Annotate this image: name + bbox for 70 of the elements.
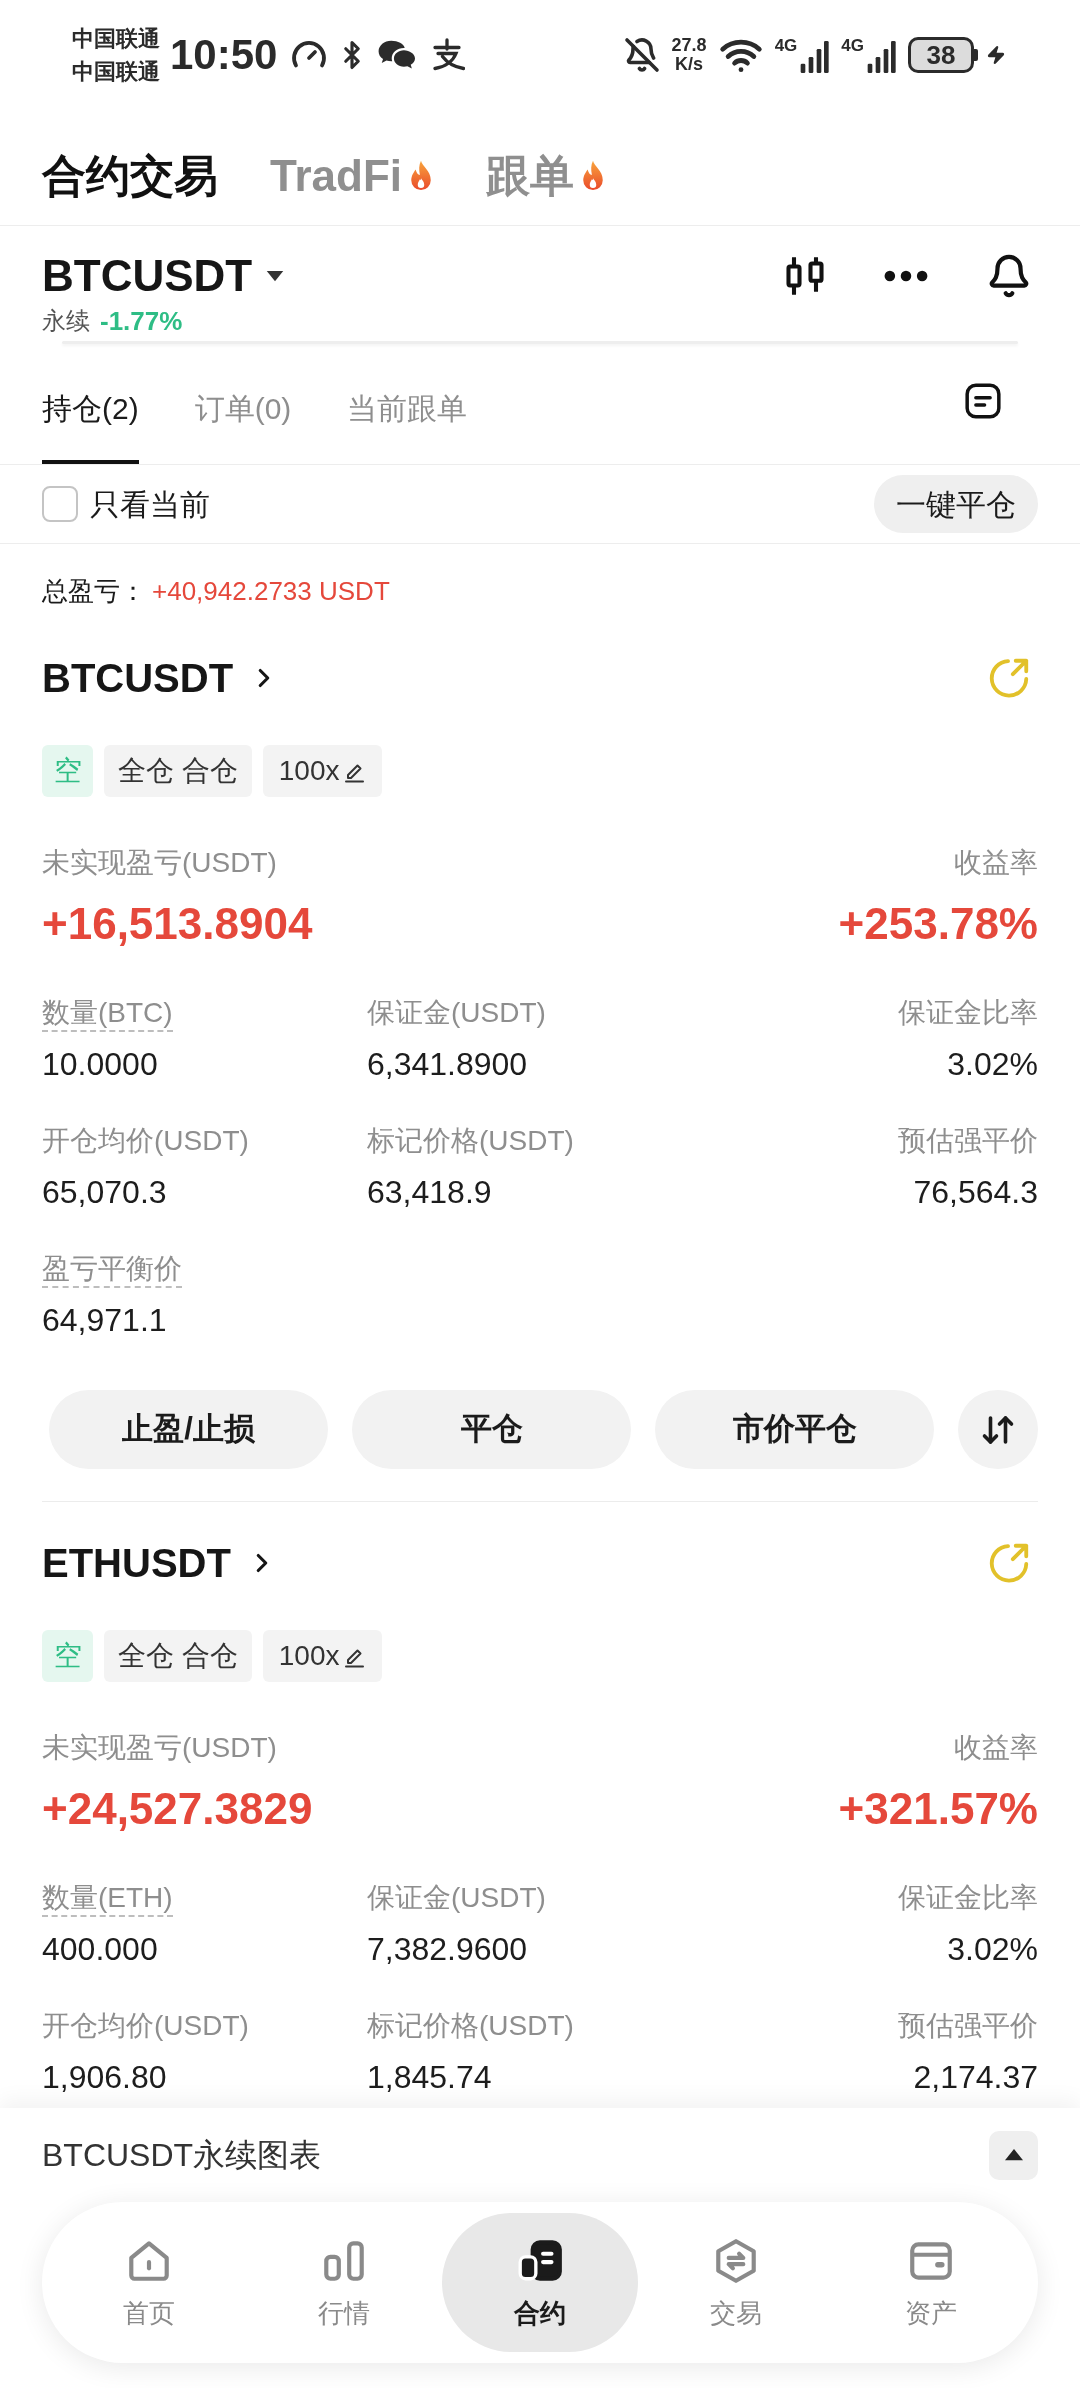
field-value: 76,564.3 [913, 1173, 1038, 1212]
field-value: 7,382.9600 [367, 1930, 528, 1969]
filter-checkbox[interactable] [42, 486, 78, 522]
field-label: 保证金(USDT) [367, 996, 546, 1030]
margin-mode-tag: 全仓 合仓 [104, 745, 252, 797]
carrier-name: 中国联通 [72, 58, 160, 86]
pnl-value: +16,513.8904 [42, 898, 313, 950]
caret-down-icon [266, 270, 285, 282]
filter-label: 只看当前 [90, 486, 210, 523]
field-label: 预估强平价 [898, 1124, 1038, 1158]
signal-icon [866, 41, 896, 73]
side-tag: 空 [42, 1630, 93, 1682]
action-button[interactable]: 止盈/止损 [49, 1390, 328, 1469]
signal-icon [799, 41, 830, 73]
price-change: -1.77% [100, 304, 183, 338]
leverage-tag[interactable]: 100x [262, 745, 382, 797]
field-label: 保证金比率 [898, 1881, 1038, 1915]
action-button[interactable]: 平仓 [352, 1390, 631, 1469]
margin-mode-tag: 全仓 合仓 [104, 1630, 252, 1682]
roe-label: 收益率 [954, 1731, 1038, 1765]
field-value: 2,174.37 [913, 2058, 1038, 2097]
chat-bubbles-icon [377, 39, 416, 71]
tab[interactable]: 合约交易 [42, 153, 218, 198]
network-speed-value: 27.8 [671, 36, 707, 55]
tab[interactable]: 持仓(2) [42, 345, 139, 464]
field-value: 3.02% [947, 1045, 1038, 1084]
pnl-label: 未实现盈亏(USDT) [42, 1731, 277, 1765]
more-icon[interactable] [884, 270, 928, 282]
field-label: 开仓均价(USDT) [42, 2009, 249, 2043]
candlestick-icon[interactable] [784, 254, 826, 298]
document-icon[interactable] [964, 381, 1002, 420]
roe-value: +253.78% [838, 898, 1038, 950]
field-label: 标记价格(USDT) [367, 2009, 574, 2043]
field-value: 400.000 [42, 1930, 158, 1969]
action-button[interactable]: 市价平仓 [655, 1390, 934, 1469]
nav-item[interactable]: 合约 [442, 2213, 638, 2352]
field-label: 开仓均价(USDT) [42, 1124, 249, 1158]
field-value: 1,845.74 [367, 2058, 492, 2097]
roe-value: +321.57% [838, 1783, 1038, 1835]
close-all-button[interactable]: 一键平仓 [874, 475, 1038, 533]
field-label: 标记价格(USDT) [367, 1124, 574, 1158]
field-label: 保证金(USDT) [367, 1881, 546, 1915]
pnl-label: 未实现盈亏(USDT) [42, 846, 277, 880]
status-time: 10:50 [170, 34, 278, 76]
expand-chart-button[interactable] [989, 2130, 1038, 2180]
field-label: 预估强平价 [898, 2009, 1038, 2043]
carrier-name: 中国联通 [72, 25, 160, 53]
total-pnl-value: +40,942.2733 USDT [152, 576, 390, 606]
chart-panel-title: BTCUSDT永续图表 [42, 2136, 322, 2175]
field-value: 6,341.8900 [367, 1045, 528, 1084]
pnl-value: +24,527.3829 [42, 1783, 313, 1835]
field-value: 3.02% [947, 1930, 1038, 1969]
battery-indicator: 38 [908, 37, 978, 73]
caret-up-icon [1003, 2149, 1024, 2161]
side-tag: 空 [42, 745, 93, 797]
leverage-tag[interactable]: 100x [262, 1630, 382, 1682]
field-label: 保证金比率 [898, 996, 1038, 1030]
field-value: 1,906.80 [42, 2058, 167, 2097]
field-value: 63,418.9 [367, 1173, 492, 1212]
network-speed-unit: K/s [675, 55, 704, 74]
field-value: 10.0000 [42, 1045, 158, 1084]
symbol-selector[interactable]: BTCUSDT [42, 254, 285, 298]
network-type-label: 4G [841, 37, 864, 54]
bell-off-icon [623, 37, 660, 73]
field-value: 64,971.1 [42, 1301, 167, 1340]
field-value: 65,070.3 [42, 1173, 167, 1212]
network-type-label: 4G [774, 37, 798, 54]
total-pnl-label: 总盈亏： [42, 576, 146, 606]
contract-type-label: 永续 [42, 306, 90, 336]
roe-label: 收益率 [954, 846, 1038, 880]
